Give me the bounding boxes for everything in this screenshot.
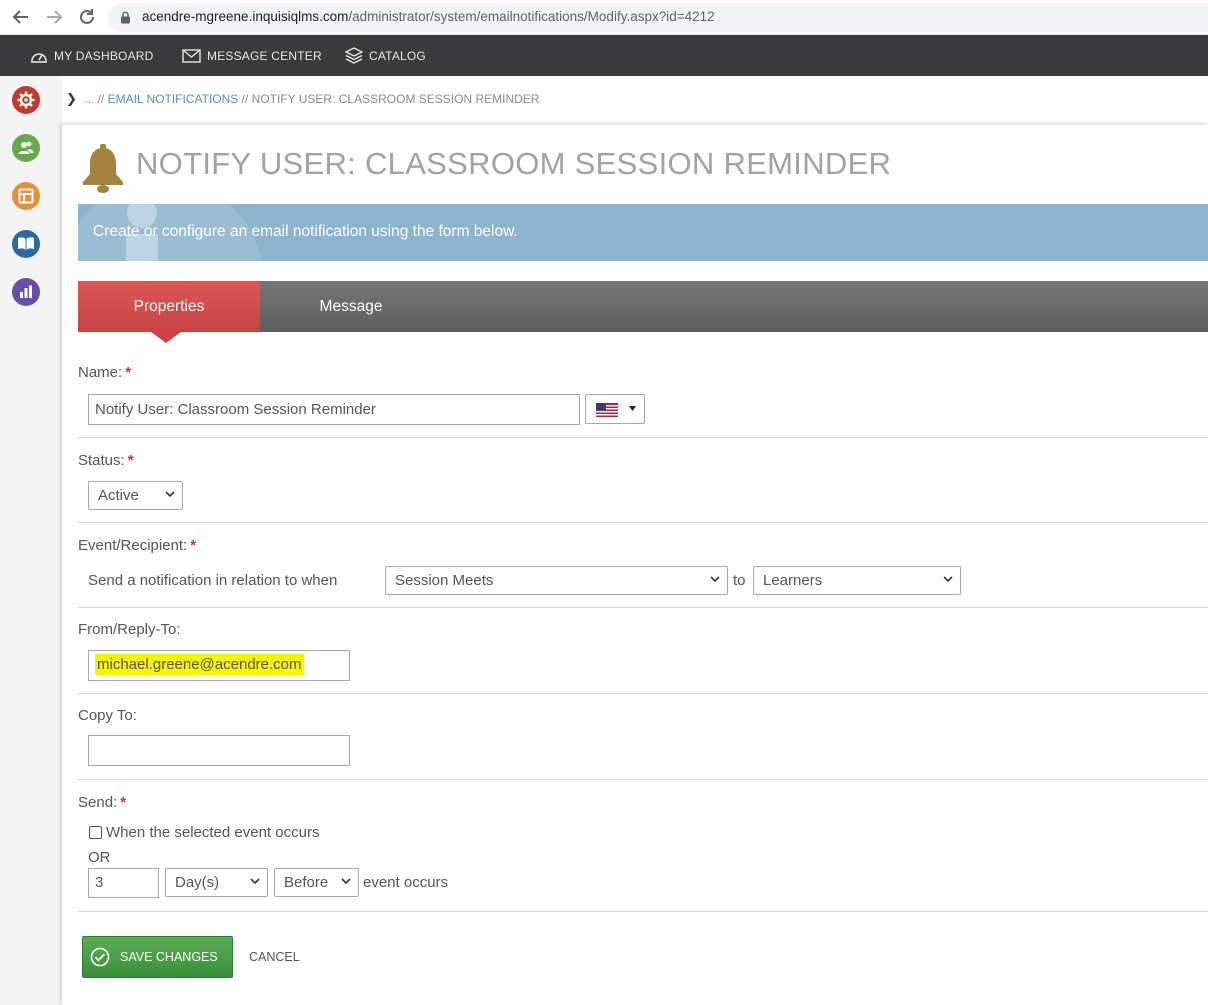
url-path: /administrator/system/emailnotifications… — [348, 9, 715, 24]
tab-properties[interactable]: Properties — [78, 281, 260, 332]
breadcrumb-email-notifications-link[interactable]: EMAIL NOTIFICATIONS — [108, 92, 239, 106]
url-field[interactable]: acendre-mgreene.inquisiqlms.com/administ… — [108, 3, 1208, 32]
required-marker: * — [190, 537, 197, 554]
reporting-icon[interactable] — [12, 278, 40, 306]
divider — [78, 779, 1208, 780]
divider — [78, 437, 1208, 438]
top-navigation: MY DASHBOARD MESSAGE CENTER CATALOG — [0, 35, 1208, 76]
users-groups-icon[interactable] — [12, 134, 40, 162]
nav-message-center[interactable]: MESSAGE CENTER — [182, 35, 322, 76]
system-settings-icon[interactable] — [12, 86, 40, 114]
save-button-label: SAVE CHANGES — [120, 950, 218, 964]
from-email-value: michael.greene@acendre.com — [95, 654, 304, 675]
event-select[interactable]: Session Meets — [385, 566, 728, 595]
name-input[interactable]: Notify User: Classroom Session Reminder — [88, 394, 580, 425]
divider — [78, 693, 1208, 694]
breadcrumb-current: // NOTIFY USER: CLASSROOM SESSION REMIND… — [241, 92, 540, 106]
bell-icon — [83, 144, 123, 193]
catalog-icon — [345, 47, 363, 64]
page-title: NOTIFY USER: CLASSROOM SESSION REMINDER — [136, 146, 892, 181]
info-banner: Create or configure an email notificatio… — [78, 204, 1208, 261]
reload-icon[interactable] — [76, 6, 98, 28]
tab-message[interactable]: Message — [260, 281, 442, 332]
copy-to-label: Copy To: — [78, 707, 137, 724]
timing-select[interactable]: Before — [274, 868, 359, 897]
nav-my-dashboard[interactable]: MY DASHBOARD — [30, 35, 154, 76]
nav-catalog[interactable]: CATALOG — [345, 35, 426, 76]
recipient-select[interactable]: Learners — [753, 566, 961, 595]
event-occurs-checkbox[interactable] — [89, 826, 102, 839]
required-marker: * — [127, 452, 134, 469]
divider — [78, 522, 1208, 523]
status-label: Status: * — [78, 452, 134, 469]
event-joiner-text: to — [733, 572, 746, 589]
divider — [78, 607, 1208, 608]
caret-down-icon — [629, 406, 636, 411]
back-arrow-icon[interactable] — [10, 6, 32, 28]
url-host: acendre-mgreene.inquisiqlms.com — [142, 9, 349, 24]
nav-label: MESSAGE CENTER — [207, 48, 322, 63]
required-marker: * — [125, 364, 132, 381]
browser-address-bar: acendre-mgreene.inquisiqlms.com/administ… — [0, 0, 1208, 35]
from-reply-to-label: From/Reply-To: — [78, 621, 181, 638]
nav-label: CATALOG — [369, 48, 426, 63]
active-tab-pointer — [151, 332, 181, 343]
divider — [78, 911, 1208, 912]
save-changes-button[interactable]: SAVE CHANGES — [82, 936, 233, 978]
or-text: OR — [88, 849, 111, 866]
lock-icon — [121, 11, 130, 24]
required-marker: * — [120, 794, 127, 811]
left-icon-rail — [0, 76, 62, 1005]
envelope-icon — [182, 48, 201, 63]
interval-unit-select[interactable]: Day(s) — [165, 868, 268, 897]
chevron-down-icon — [250, 878, 260, 885]
nav-label: MY DASHBOARD — [54, 48, 154, 63]
tab-bar: Properties Message — [78, 281, 1208, 332]
interval-input[interactable]: 3 — [88, 868, 159, 898]
event-occurs-checkbox-label: When the selected event occurs — [106, 824, 320, 841]
chevron-down-icon — [341, 878, 351, 885]
learning-assets-icon[interactable] — [12, 230, 40, 258]
event-recipient-label: Event/Recipient: * — [78, 537, 197, 554]
breadcrumb-ellipsis[interactable]: ... // — [84, 92, 104, 106]
forward-arrow-icon[interactable] — [43, 6, 65, 28]
from-reply-to-input[interactable]: michael.greene@acendre.com — [88, 650, 350, 681]
event-occurs-suffix: event occurs — [363, 874, 449, 891]
copy-to-input[interactable] — [88, 735, 350, 766]
chevron-down-icon — [710, 576, 720, 583]
chevron-down-icon — [943, 576, 953, 583]
us-flag-icon — [596, 403, 618, 417]
info-text: Create or configure an email notificatio… — [93, 223, 518, 240]
breadcrumb: ❯ ... // EMAIL NOTIFICATIONS // NOTIFY U… — [66, 91, 539, 107]
name-label: Name: * — [78, 364, 132, 381]
status-select[interactable]: Active — [88, 481, 183, 510]
cancel-button[interactable]: CANCEL — [249, 950, 300, 964]
interface-layout-icon[interactable] — [12, 182, 40, 210]
checkmark-circle-icon — [90, 947, 110, 967]
language-select[interactable] — [585, 394, 645, 424]
dashboard-icon — [31, 52, 47, 63]
chevron-down-icon — [165, 491, 175, 498]
breadcrumb-chevron-icon[interactable]: ❯ — [66, 91, 77, 106]
event-prefix-text: Send a notification in relation to when — [88, 572, 338, 589]
send-label: Send: * — [78, 794, 127, 811]
